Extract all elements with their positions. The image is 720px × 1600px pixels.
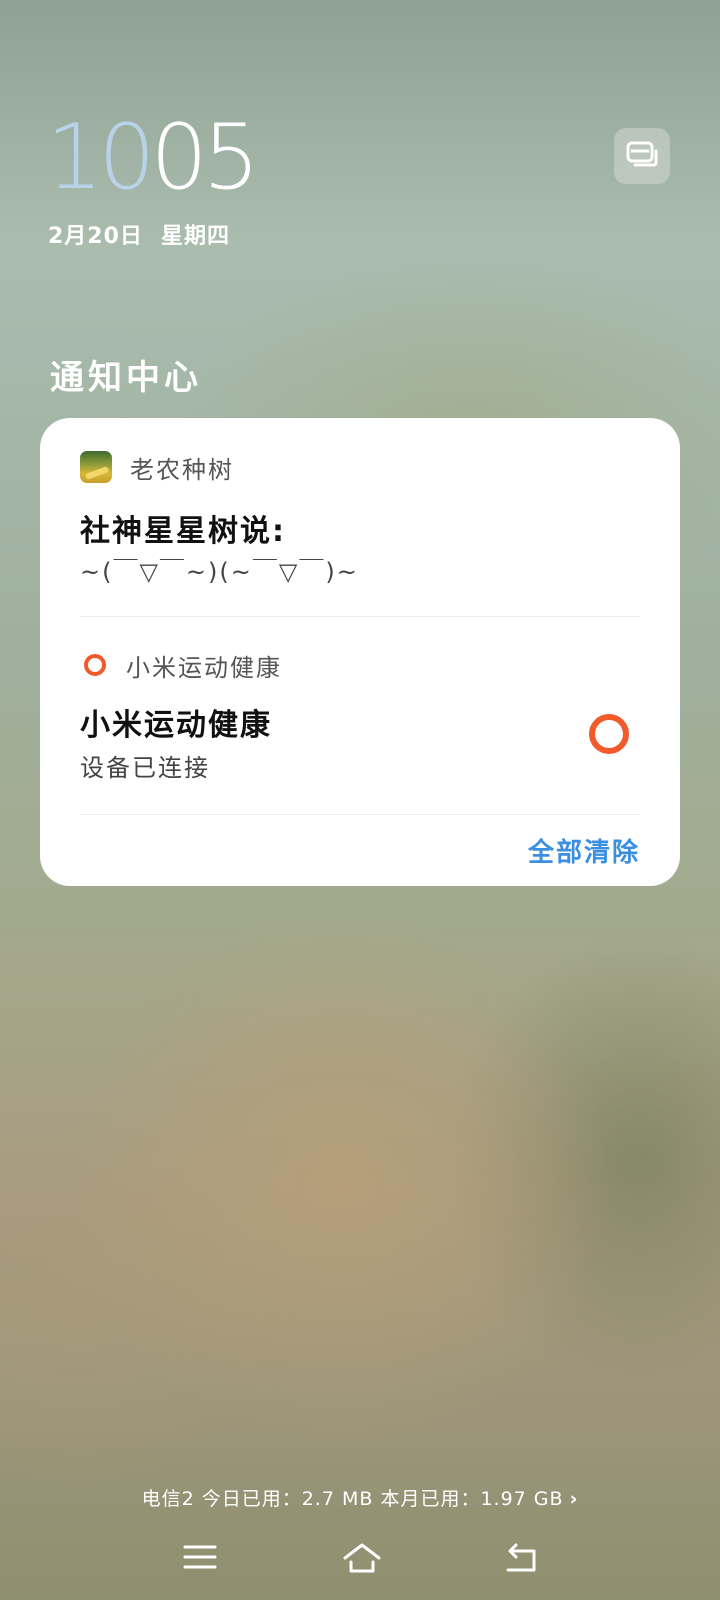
home-button[interactable] bbox=[332, 1532, 388, 1582]
notification-app-name: 小米运动健康 bbox=[126, 653, 282, 682]
data-usage-text: 电信2 今日已用：2.7 MB 本月已用：1.97 GB bbox=[141, 1488, 564, 1510]
date: 2月20日 bbox=[48, 224, 143, 249]
notification-app-row: 小米运动健康 bbox=[80, 648, 282, 682]
notification-body: ~(￣▽￣~)(~￣▽￣)~ bbox=[80, 558, 359, 586]
back-button[interactable] bbox=[492, 1532, 548, 1582]
mi-fit-large-icon bbox=[589, 714, 629, 754]
clock-minute: 05 bbox=[150, 105, 261, 210]
clear-all-button[interactable]: 全部清除 bbox=[528, 832, 640, 869]
data-usage-bar[interactable]: 电信2 今日已用：2.7 MB 本月已用：1.97 GB › bbox=[0, 1484, 720, 1511]
back-icon bbox=[506, 1543, 536, 1572]
divider bbox=[80, 814, 640, 815]
divider bbox=[80, 616, 640, 617]
weekday: 星期四 bbox=[160, 224, 230, 249]
navigation-bar bbox=[0, 1532, 720, 1582]
ring-icon bbox=[84, 654, 106, 676]
clock-hour: 10 bbox=[46, 105, 156, 210]
notification-title: 小米运动健康 bbox=[80, 708, 272, 743]
clock: 1005 bbox=[46, 105, 261, 210]
chevron-right-icon: › bbox=[569, 1488, 579, 1510]
menu-icon bbox=[183, 1545, 217, 1569]
notification-center-title: 通知中心 bbox=[50, 358, 202, 398]
tree-app-icon bbox=[80, 451, 112, 483]
notification-card: 老农种树 社神星星树说: ~(￣▽￣~)(~￣▽￣)~ 小米运动健康 小米运动健… bbox=[40, 418, 680, 886]
notification-body: 设备已连接 bbox=[80, 754, 210, 782]
notification-app-row: 老农种树 bbox=[80, 450, 234, 484]
home-icon bbox=[343, 1543, 381, 1573]
notification-app-name: 老农种树 bbox=[130, 455, 234, 484]
notification-title: 社神星星树说: bbox=[80, 514, 286, 549]
notification-stack-icon bbox=[626, 141, 658, 167]
menu-button[interactable] bbox=[172, 1532, 228, 1582]
notification-tree[interactable]: 老农种树 社神星星树说: ~(￣▽￣~)(~￣▽￣)~ bbox=[80, 450, 640, 586]
date-line: 2月20日 星期四 bbox=[48, 218, 230, 250]
notification-stack-button[interactable] bbox=[614, 128, 670, 184]
notification-mi-fit[interactable]: 小米运动健康 小米运动健康 设备已连接 bbox=[80, 648, 640, 788]
